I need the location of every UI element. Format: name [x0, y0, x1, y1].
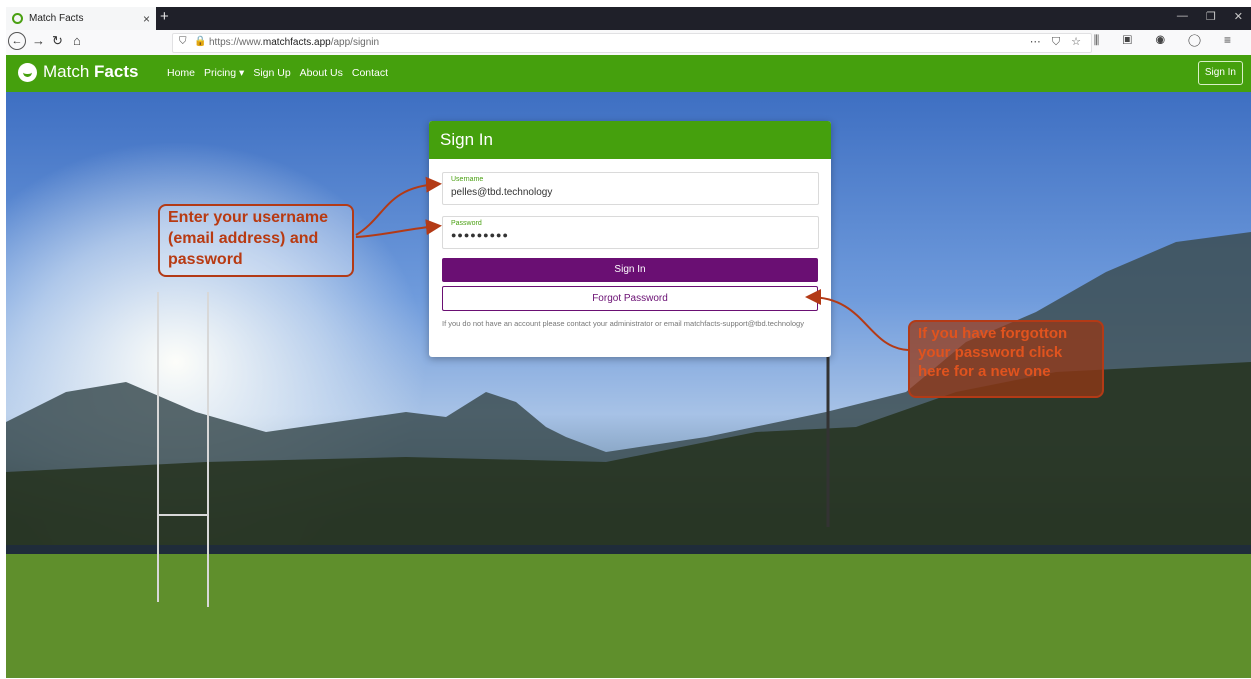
tab-title: Match Facts: [29, 13, 84, 24]
brand-logo[interactable]: Match Facts: [18, 62, 138, 82]
shield-icon[interactable]: ⛉: [179, 36, 187, 47]
close-window-icon[interactable]: ✕: [1234, 10, 1243, 23]
new-tab-button[interactable]: +: [160, 8, 169, 25]
logo-icon: [18, 62, 37, 82]
nav-sign-up[interactable]: Sign Up: [253, 67, 290, 79]
address-bar[interactable]: ⛉ 🔒 https://www.matchfacts.app/app/signi…: [172, 33, 1092, 53]
card-title: Sign In: [429, 121, 831, 159]
url-text: https://www.matchfacts.app/app/signin: [209, 37, 380, 48]
home-icon[interactable]: ⌂: [73, 33, 81, 48]
back-icon[interactable]: ←: [8, 32, 26, 50]
username-label: Username: [451, 176, 484, 183]
close-tab-icon[interactable]: ×: [143, 12, 150, 26]
password-value: ●●●●●●●●●: [451, 230, 509, 240]
reload-icon[interactable]: ↻: [52, 33, 63, 49]
forward-icon[interactable]: →: [32, 33, 45, 48]
lock-icon[interactable]: 🔒: [194, 36, 206, 47]
username-field[interactable]: Username pelles@tbd.technology: [442, 172, 819, 205]
tab-bar: Match Facts × + — ❐ ✕: [6, 7, 1251, 30]
account-help-text: If you do not have an account please con…: [442, 319, 804, 328]
brand-name: Match Facts: [43, 62, 139, 81]
tab-match-facts[interactable]: Match Facts ×: [6, 7, 156, 30]
forgot-password-button[interactable]: Forgot Password: [442, 286, 818, 311]
site-header: Match Facts Home Pricing ▾ Sign Up About…: [6, 55, 1251, 92]
nav-home[interactable]: Home: [167, 67, 195, 79]
sign-in-button[interactable]: Sign In: [442, 258, 818, 282]
password-field[interactable]: Password ●●●●●●●●●: [442, 216, 819, 249]
nav-about-us[interactable]: About Us: [300, 67, 343, 79]
nav-contact[interactable]: Contact: [352, 67, 388, 79]
minimize-icon[interactable]: —: [1177, 10, 1188, 23]
window-controls: — ❐ ✕: [1177, 10, 1243, 23]
nav-pricing[interactable]: Pricing ▾: [204, 67, 244, 79]
site-favicon-icon: [12, 13, 23, 24]
username-password-callout: Enter your username (email address) and …: [158, 204, 354, 277]
main-nav: Home Pricing ▾ Sign Up About Us Contact: [167, 67, 388, 79]
forgot-password-callout: If you have forgotton your password clic…: [908, 320, 1104, 398]
sign-in-card: Sign In Username pelles@tbd.technology P…: [429, 121, 831, 357]
username-value: pelles@tbd.technology: [451, 187, 553, 198]
browser-toolbar: ← → ↻ ⌂ ⛉ 🔒 https://www.matchfacts.app/a…: [6, 30, 1251, 56]
toolbar-icons[interactable]: ⫼ ▣ ◉ ◯ ≡: [1094, 33, 1241, 48]
restore-icon[interactable]: ❐: [1206, 10, 1216, 23]
password-label: Password: [451, 220, 482, 227]
browser-window: Match Facts × + — ❐ ✕ ← → ↻ ⌂ ⛉ 🔒 https:…: [6, 7, 1251, 678]
header-sign-in-button[interactable]: Sign In: [1197, 61, 1243, 85]
page-actions-icons[interactable]: ⋯ ⛉ ☆: [1030, 35, 1085, 49]
